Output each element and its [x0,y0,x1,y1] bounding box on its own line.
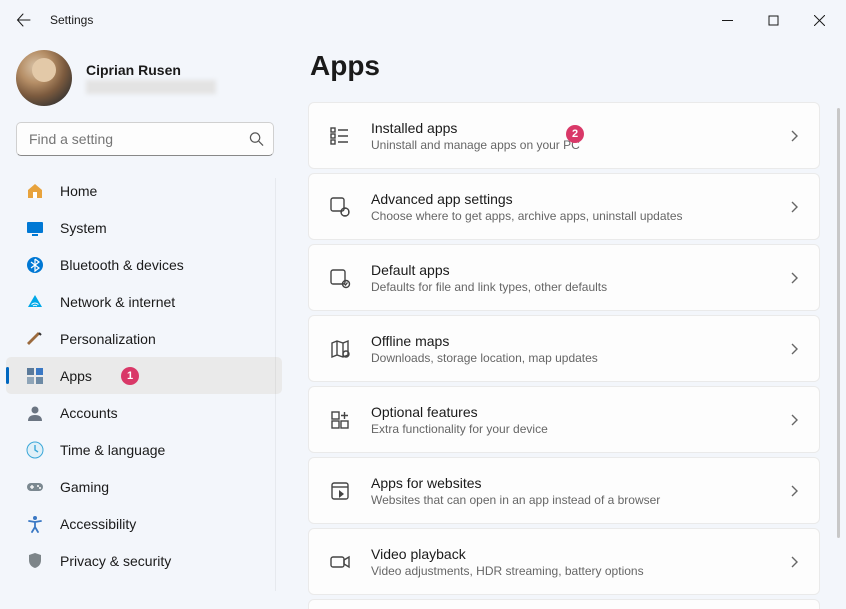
card-title: Apps for websites [371,475,789,491]
sidebar-item-label: Accessibility [60,516,136,532]
close-icon [814,15,825,26]
card-websites[interactable]: Apps for websites Websites that can open… [308,457,820,524]
sidebar-item-label: Personalization [60,331,156,347]
gaming-icon [26,478,44,496]
bluetooth-icon [26,256,44,274]
maximize-icon [768,15,779,26]
time-icon [26,441,44,459]
card-title: Default apps [371,262,789,278]
chevron-right-icon [789,342,799,356]
main-content: Apps Installed apps Uninstall and manage… [290,40,846,609]
profile-name: Ciprian Rusen [86,62,216,78]
chevron-right-icon [789,484,799,498]
sidebar-item-label: Home [60,183,97,199]
sidebar-item-accessibility[interactable]: Accessibility [6,505,282,542]
chevron-right-icon [789,129,799,143]
features-icon [329,409,351,431]
profile-email-blurred [86,80,216,94]
profile-block[interactable]: Ciprian Rusen [0,44,290,122]
list-icon [329,125,351,147]
titlebar: Settings [0,0,846,40]
card-installed[interactable]: Installed apps Uninstall and manage apps… [308,102,820,169]
maximize-button[interactable] [750,0,796,40]
apps-icon [26,367,44,385]
card-subtitle: Websites that can open in an app instead… [371,493,789,507]
close-button[interactable] [796,0,842,40]
window-controls [704,0,842,40]
card-title: Optional features [371,404,789,420]
chevron-right-icon [789,413,799,427]
card-offline[interactable]: Offline maps Downloads, storage location… [308,315,820,382]
back-button[interactable] [4,0,44,40]
card-default[interactable]: Default apps Defaults for file and link … [308,244,820,311]
website-icon [329,480,351,502]
sidebar-item-network[interactable]: Network & internet [6,283,282,320]
app-title: Settings [50,13,93,27]
accessibility-icon [26,515,44,533]
minimize-button[interactable] [704,0,750,40]
home-icon [26,182,44,200]
sidebar-item-personalization[interactable]: Personalization [6,320,282,357]
chevron-right-icon [789,555,799,569]
card-title: Advanced app settings [371,191,789,207]
privacy-icon [26,552,44,570]
sidebar-item-label: Time & language [60,442,165,458]
card-subtitle: Downloads, storage location, map updates [371,351,789,365]
card-subtitle: Defaults for file and link types, other … [371,280,789,294]
video-icon [329,551,351,573]
sidebar-item-time[interactable]: Time & language [6,431,282,468]
network-icon [26,293,44,311]
system-icon [26,219,44,237]
sidebar-item-apps[interactable]: Apps 1 [6,357,282,394]
search-icon [249,132,264,147]
scrollbar[interactable] [837,108,840,538]
sidebar-item-home[interactable]: Home [6,172,282,209]
avatar [16,50,72,106]
card-advanced[interactable]: Advanced app settings Choose where to ge… [308,173,820,240]
accounts-icon [26,404,44,422]
sidebar-item-privacy[interactable]: Privacy & security [6,542,282,579]
sidebar: Ciprian Rusen Home System Bluetooth & devi… [0,40,290,609]
minimize-icon [722,15,733,26]
sidebar-item-gaming[interactable]: Gaming [6,468,282,505]
card-video[interactable]: Video playback Video adjustments, HDR st… [308,528,820,595]
card-title: Video playback [371,546,789,562]
card-subtitle: Choose where to get apps, archive apps, … [371,209,789,223]
personalization-icon [26,330,44,348]
search-input[interactable] [16,122,274,156]
card-subtitle: Video adjustments, HDR streaming, batter… [371,564,789,578]
default-apps-icon [329,267,351,289]
search-box [16,122,274,156]
sidebar-item-bluetooth[interactable]: Bluetooth & devices [6,246,282,283]
sidebar-item-label: Accounts [60,405,118,421]
arrow-left-icon [16,12,32,28]
cards-list: Installed apps Uninstall and manage apps… [308,102,834,609]
gear-app-icon [329,196,351,218]
sidebar-item-label: Network & internet [60,294,175,310]
sidebar-item-accounts[interactable]: Accounts [6,394,282,431]
sidebar-item-label: Apps [60,368,92,384]
nav-list: Home System Bluetooth & devices Network & i… [0,168,290,609]
chevron-right-icon [789,200,799,214]
sidebar-item-system[interactable]: System [6,209,282,246]
sidebar-item-label: Bluetooth & devices [60,257,184,273]
sidebar-item-label: System [60,220,107,236]
chevron-right-icon [789,271,799,285]
map-icon [329,338,351,360]
sidebar-item-label: Gaming [60,479,109,495]
card-optional[interactable]: Optional features Extra functionality fo… [308,386,820,453]
annotation-badge: 2 [566,125,584,143]
card-subtitle: Extra functionality for your device [371,422,789,436]
card-title: Offline maps [371,333,789,349]
sidebar-item-label: Privacy & security [60,553,171,569]
annotation-badge: 1 [121,367,139,385]
page-title: Apps [308,50,834,82]
card-startup[interactable]: Startup [308,599,820,609]
